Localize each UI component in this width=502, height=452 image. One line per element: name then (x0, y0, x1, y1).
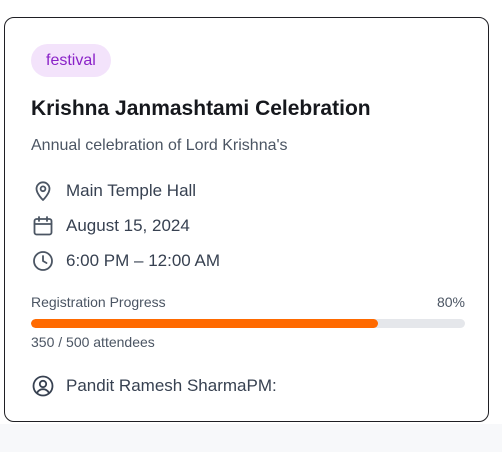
calendar-icon (31, 214, 55, 238)
event-date: August 15, 2024 (66, 216, 190, 235)
registration-progress-fill (31, 319, 379, 328)
event-card[interactable]: festival Krishna Janmashtami Celebration… (4, 17, 489, 422)
event-time: 6:00 PM – 12:00 AM (66, 251, 221, 270)
host-row: Pandit Ramesh SharmaPM: (31, 373, 277, 399)
map-pin-icon (31, 179, 55, 203)
registration-progress-label: Registration Progress (31, 294, 166, 310)
event-description: Annual celebration of Lord Krishna's (31, 137, 288, 154)
time-row: 6:00 PM – 12:00 AM (31, 248, 220, 274)
location-row: Main Temple Hall (31, 178, 196, 204)
registration-progress-percent: 80% (436, 294, 465, 310)
attendees-count: 350 / 500 attendees (31, 334, 155, 350)
user-circle-icon (31, 374, 55, 398)
category-badge: festival (31, 44, 111, 77)
page-bottom-strip (0, 424, 502, 452)
date-row: August 15, 2024 (31, 213, 190, 239)
registration-progress-bar (31, 319, 465, 328)
event-title: Krishna Janmashtami Celebration (31, 97, 371, 120)
clock-icon (31, 249, 55, 273)
event-location: Main Temple Hall (66, 181, 197, 200)
event-host: Pandit Ramesh SharmaPM: (66, 376, 277, 395)
